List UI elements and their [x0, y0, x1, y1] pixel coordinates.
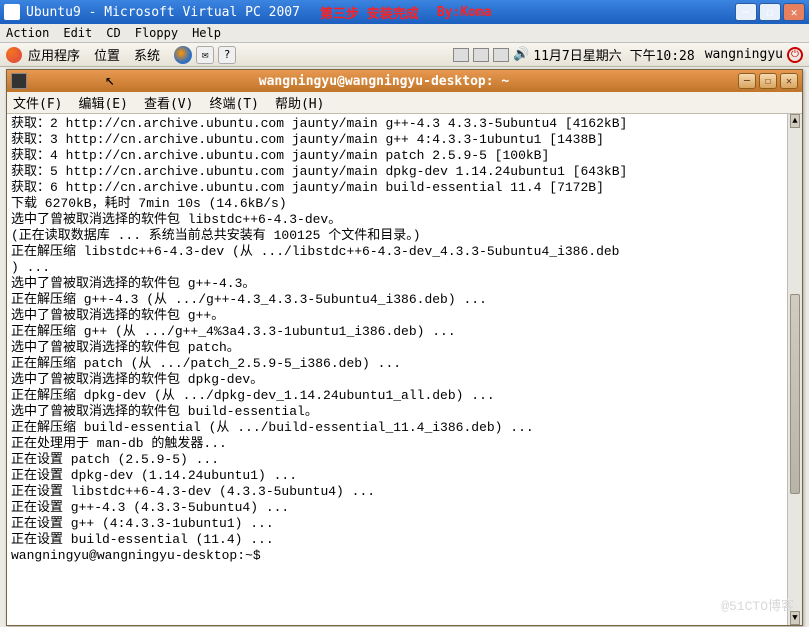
vpc-title: Ubuntu9 - Microsoft Virtual PC 2007 — [26, 5, 300, 20]
terminal-scrollbar[interactable]: ▲ ▼ — [787, 114, 802, 625]
help-icon[interactable]: ? — [218, 46, 236, 64]
vpc-menu-floppy[interactable]: Floppy — [135, 26, 178, 40]
terminal-line: 正在解压缩 dpkg-dev (从 .../dpkg-dev_1.14.24ub… — [11, 388, 798, 404]
terminal-line: (正在读取数据库 ... 系统当前总共安装有 100125 个文件和目录。) — [11, 228, 798, 244]
terminal-line: 正在设置 g++ (4:4.3.3-1ubuntu1) ... — [11, 516, 798, 532]
ubuntu-logo-icon[interactable] — [6, 47, 22, 63]
terminal-title: wangningyu@wangningyu-desktop: ~ — [33, 74, 735, 89]
terminal-line: 选中了曾被取消选择的软件包 patch。 — [11, 340, 798, 356]
panel-menu-system[interactable]: 系统 — [134, 45, 160, 64]
volume-icon[interactable]: 🔊 — [513, 47, 529, 62]
watermark-text: @51CTO博客 — [721, 599, 794, 615]
terminal-line: 获取：4 http://cn.archive.ubuntu.com jaunty… — [11, 148, 798, 164]
terminal-titlebar[interactable]: wangningyu@wangningyu-desktop: ~ ─ ☐ ✕ — [7, 70, 802, 92]
mail-icon[interactable]: ✉ — [196, 46, 214, 64]
terminal-menu-file[interactable]: 文件(F) — [13, 93, 62, 112]
panel-menu-applications[interactable]: 应用程序 — [28, 45, 80, 64]
terminal-maximize-button[interactable]: ☐ — [759, 73, 777, 89]
terminal-line: 正在设置 patch (2.5.9-5) ... — [11, 452, 798, 468]
firefox-icon[interactable] — [174, 46, 192, 64]
terminal-line: 正在设置 dpkg-dev (1.14.24ubuntu1) ... — [11, 468, 798, 484]
terminal-line: 获取：2 http://cn.archive.ubuntu.com jaunty… — [11, 116, 798, 132]
terminal-line: 正在处理用于 man-db 的触发器... — [11, 436, 798, 452]
terminal-menu-view[interactable]: 查看(V) — [144, 93, 193, 112]
terminal-line: 正在设置 build-essential (11.4) ... — [11, 532, 798, 548]
terminal-line: 选中了曾被取消选择的软件包 build-essential。 — [11, 404, 798, 420]
vpc-menu-cd[interactable]: CD — [106, 26, 120, 40]
terminal-menu-edit[interactable]: 编辑(E) — [78, 93, 127, 112]
terminal-window: wangningyu@wangningyu-desktop: ~ ─ ☐ ✕ 文… — [6, 69, 803, 626]
terminal-line: 正在解压缩 g++-4.3 (从 .../g++-4.3_4.3.3-5ubun… — [11, 292, 798, 308]
terminal-app-icon — [11, 73, 27, 89]
terminal-line: 正在解压缩 libstdc++6-4.3-dev (从 .../libstdc+… — [11, 244, 798, 260]
close-button[interactable]: ✕ — [783, 3, 805, 21]
vpc-app-icon — [4, 4, 20, 20]
gnome-top-panel: 应用程序 位置 系统 ✉ ? 🔊 11月7日星期六 下午10:28 wangni… — [0, 43, 809, 67]
terminal-line: ) ... — [11, 260, 798, 276]
terminal-line: 获取：5 http://cn.archive.ubuntu.com jaunty… — [11, 164, 798, 180]
terminal-output[interactable]: 获取：2 http://cn.archive.ubuntu.com jaunty… — [7, 114, 802, 625]
vpc-menu-action[interactable]: Action — [6, 26, 49, 40]
vpc-menu-edit[interactable]: Edit — [63, 26, 92, 40]
scrollbar-thumb[interactable] — [790, 294, 800, 494]
terminal-line: 正在设置 g++-4.3 (4.3.3-5ubuntu4) ... — [11, 500, 798, 516]
terminal-line: 正在解压缩 build-essential (从 .../build-essen… — [11, 420, 798, 436]
terminal-line: 选中了曾被取消选择的软件包 dpkg-dev。 — [11, 372, 798, 388]
terminal-menu-terminal[interactable]: 终端(T) — [209, 93, 258, 112]
terminal-line: 下载 6270kB，耗时 7min 10s (14.6kB/s) — [11, 196, 798, 212]
panel-menu-places[interactable]: 位置 — [94, 45, 120, 64]
terminal-line: wangningyu@wangningyu-desktop:~$ — [11, 548, 798, 564]
terminal-line: 选中了曾被取消选择的软件包 g++-4.3。 — [11, 276, 798, 292]
terminal-line: 获取：3 http://cn.archive.ubuntu.com jaunty… — [11, 132, 798, 148]
vpc-menu-help[interactable]: Help — [192, 26, 221, 40]
terminal-close-button[interactable]: ✕ — [780, 73, 798, 89]
tray-icon-1[interactable] — [453, 48, 469, 62]
maximize-button[interactable]: ☐ — [759, 3, 781, 21]
terminal-line: 选中了曾被取消选择的软件包 libstdc++6-4.3-dev。 — [11, 212, 798, 228]
terminal-menubar: 文件(F) 编辑(E) 查看(V) 终端(T) 帮助(H) — [7, 92, 802, 114]
terminal-menu-help[interactable]: 帮助(H) — [275, 93, 324, 112]
scrollbar-up-arrow[interactable]: ▲ — [790, 114, 800, 128]
terminal-minimize-button[interactable]: ─ — [738, 73, 756, 89]
vpc-menubar: Action Edit CD Floppy Help — [0, 24, 809, 43]
vpc-window-controls: ─ ☐ ✕ — [735, 3, 805, 21]
panel-clock[interactable]: 11月7日星期六 下午10:28 — [533, 45, 694, 64]
panel-username[interactable]: wangningyu — [705, 47, 783, 62]
tray-icon-3[interactable] — [493, 48, 509, 62]
terminal-line: 正在解压缩 patch (从 .../patch_2.5.9-5_i386.de… — [11, 356, 798, 372]
annotation-step: 第三步 安装完成 — [320, 3, 419, 22]
annotation-author: By:Koma — [437, 5, 492, 20]
power-icon[interactable]: ⏻ — [787, 47, 803, 63]
tray-icon-2[interactable] — [473, 48, 489, 62]
terminal-line: 正在设置 libstdc++6-4.3-dev (4.3.3-5ubuntu4)… — [11, 484, 798, 500]
terminal-line: 选中了曾被取消选择的软件包 g++。 — [11, 308, 798, 324]
terminal-line: 正在解压缩 g++ (从 .../g++_4%3a4.3.3-1ubuntu1_… — [11, 324, 798, 340]
terminal-line: 获取：6 http://cn.archive.ubuntu.com jaunty… — [11, 180, 798, 196]
vpc-titlebar: Ubuntu9 - Microsoft Virtual PC 2007 第三步 … — [0, 0, 809, 24]
minimize-button[interactable]: ─ — [735, 3, 757, 21]
